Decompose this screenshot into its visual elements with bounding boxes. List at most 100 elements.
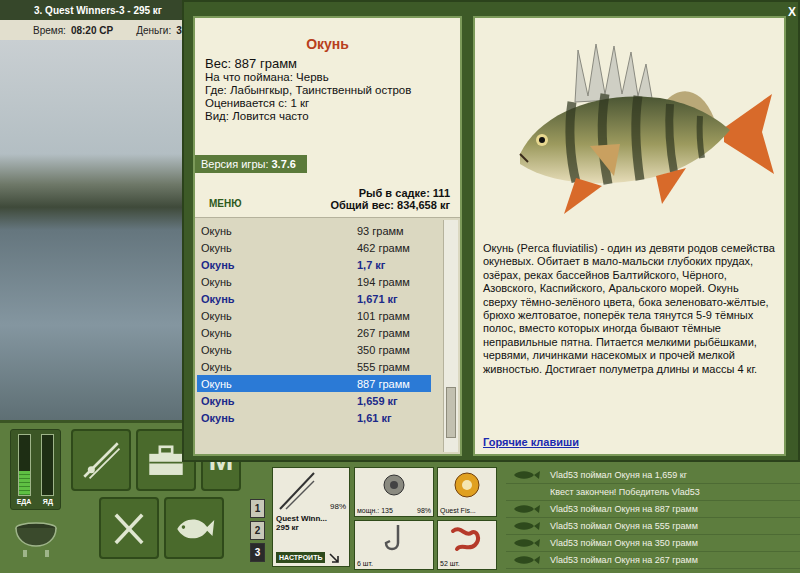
cauldron-icon[interactable]: [11, 516, 61, 560]
catch-row[interactable]: Окунь1,659 кг: [197, 392, 431, 409]
slot-button[interactable]: 3: [250, 543, 265, 562]
perch-icon: [480, 28, 780, 228]
rod-slot[interactable]: 98% Quest Winn...295 кг НАСТРОИТЬ: [272, 467, 350, 567]
slot-button[interactable]: 2: [250, 521, 265, 540]
fish-detail: Оценивается с: 1 кг: [205, 97, 450, 110]
catch-weight: 267 грамм: [357, 327, 410, 339]
line-name: Quest Fis...: [440, 507, 476, 514]
reel-icon: [374, 470, 414, 500]
chat-message: Vlad53 поймал Окуня на 267 грамм: [506, 552, 800, 569]
money-label: Деньги:: [136, 25, 171, 36]
reel-slot[interactable]: мощн.: 13598%: [354, 467, 434, 517]
rod-condition: 98%: [330, 502, 346, 511]
catch-row[interactable]: Окунь887 грамм: [197, 375, 431, 392]
catch-name: Окунь: [201, 327, 357, 339]
catch-name: Окунь: [201, 293, 357, 305]
catch-name: Окунь: [201, 412, 357, 424]
rod-icon: [79, 438, 123, 482]
version-value: 3.7.6: [271, 158, 295, 170]
arrow-icon: [329, 553, 339, 563]
hook-count: 6 шт.: [357, 560, 373, 567]
catch-weight: 194 грамм: [357, 276, 410, 288]
chat-message: Vlad53 поймал Окуня на 887 грамм: [506, 501, 800, 518]
close-button[interactable]: X: [788, 5, 796, 19]
scroll-thumb[interactable]: [446, 387, 456, 438]
fish-info-panel: Окунь Вес: 887 граммНа что поймана: Червь…: [193, 16, 462, 456]
catch-name: Окунь: [201, 344, 357, 356]
scrollbar[interactable]: [443, 220, 458, 452]
spool-icon: [447, 470, 487, 500]
catch-weight: 1,61 кг: [357, 412, 392, 424]
meter-fill: [19, 471, 30, 495]
hotkeys-link[interactable]: Горячие клавиши: [483, 436, 776, 448]
time-label: Время:: [33, 25, 66, 36]
meter: ЕДА: [17, 434, 32, 505]
chat-text: Vlad53 поймал Окуня на 555 грамм: [550, 521, 698, 531]
catch-weight: 555 грамм: [357, 361, 410, 373]
catch-row[interactable]: Окунь93 грамм: [197, 222, 431, 239]
time-value: 08:20 СР: [71, 25, 113, 36]
catch-name: Окунь: [201, 395, 357, 407]
keepnet-weight: Общий вес: 834,658 кг: [330, 199, 450, 211]
catch-weight: 462 грамм: [357, 242, 410, 254]
rod-icon: [276, 471, 316, 511]
catch-row[interactable]: Окунь350 грамм: [197, 341, 431, 358]
fish-detail: На что поймана: Червь: [205, 71, 450, 84]
game-screen: 3. Quest Winners-3 - 295 кг Время: 08:20 С…: [0, 0, 800, 573]
food-tile[interactable]: [99, 497, 159, 559]
chat-text: Vlad53 поймал Окуня на 267 грамм: [550, 555, 698, 565]
catch-row[interactable]: Окунь1,7 кг: [197, 256, 431, 273]
catch-weight: 887 грамм: [357, 378, 410, 390]
catch-row[interactable]: Окунь1,61 кг: [197, 409, 431, 426]
meter-label: ЕДА: [17, 498, 32, 505]
reel-condition: 98%: [417, 507, 431, 514]
catch-name: Окунь: [201, 259, 357, 271]
chat-text: Vlad53 поймал Окуня на 350 грамм: [550, 538, 698, 548]
catch-row[interactable]: Окунь462 грамм: [197, 239, 431, 256]
catch-name: Окунь: [201, 361, 357, 373]
chat-message: Vlad53 поймал Окуня на 350 грамм: [506, 535, 800, 552]
worm-icon: [447, 523, 487, 553]
chat-text: Квест закончен! Победитель Vlad53: [550, 487, 700, 497]
catch-row[interactable]: Окунь194 грамм: [197, 273, 431, 290]
fish-description-panel: Окунь (Perca fluviatilis) - один из девя…: [473, 16, 786, 456]
meters: ЕДА ЯД: [10, 429, 62, 510]
rod-name: Quest Winn...: [276, 514, 346, 523]
catch-row[interactable]: Окунь555 грамм: [197, 358, 431, 375]
fish-weight: Вес: 887 грамм: [205, 56, 450, 71]
fish-detail: Вид: Ловится часто: [205, 110, 450, 123]
catch-name: Окунь: [201, 242, 357, 254]
chat-message: Квест закончен! Победитель Vlad53: [506, 484, 800, 501]
catch-list: Окунь93 граммОкунь462 граммОкунь1,7 кгОк…: [195, 217, 460, 454]
fish-icon: [512, 537, 542, 549]
rod-weight: 295 кг: [276, 523, 346, 532]
rod-tile[interactable]: [71, 429, 131, 491]
menu-button[interactable]: МЕНЮ: [205, 198, 242, 211]
version-strip: Версия игры:3.7.6: [195, 155, 307, 173]
catch-name: Окунь: [201, 378, 357, 390]
catch-weight: 101 грамм: [357, 310, 410, 322]
hook-slot[interactable]: 6 шт.: [354, 520, 434, 570]
catch-weight: 1,671 кг: [357, 293, 398, 305]
catch-weight: 1,659 кг: [357, 395, 398, 407]
catch-name: Окунь: [201, 310, 357, 322]
fish-icon: [512, 503, 542, 515]
catch-weight: 93 грамм: [357, 225, 404, 237]
chat-message: Vlad53 поймал Окуня на 1,659 кг: [506, 467, 800, 484]
catch-row[interactable]: Окунь1,671 кг: [197, 290, 431, 307]
catch-row[interactable]: Окунь101 грамм: [197, 307, 431, 324]
session-title: 3. Quest Winners-3 - 295 кг: [34, 5, 162, 16]
catch-weight: 1,7 кг: [357, 259, 385, 271]
line-slot[interactable]: Quest Fis...: [437, 467, 497, 517]
version-label: Версия игры:: [201, 158, 268, 170]
meter: ЯД: [41, 434, 54, 505]
catch-row[interactable]: Окунь267 грамм: [197, 324, 431, 341]
keepnet-count: Рыб в садке: 111: [359, 187, 450, 199]
bait-count: 52 шт.: [440, 560, 460, 567]
bait-slot[interactable]: 52 шт.: [437, 520, 497, 570]
fork-knife-icon: [107, 506, 151, 550]
fish-title: Окунь: [205, 36, 450, 52]
setup-button[interactable]: НАСТРОИТЬ: [276, 552, 325, 563]
slot-button[interactable]: 1: [250, 499, 265, 518]
keepnet-tile[interactable]: [164, 497, 224, 559]
